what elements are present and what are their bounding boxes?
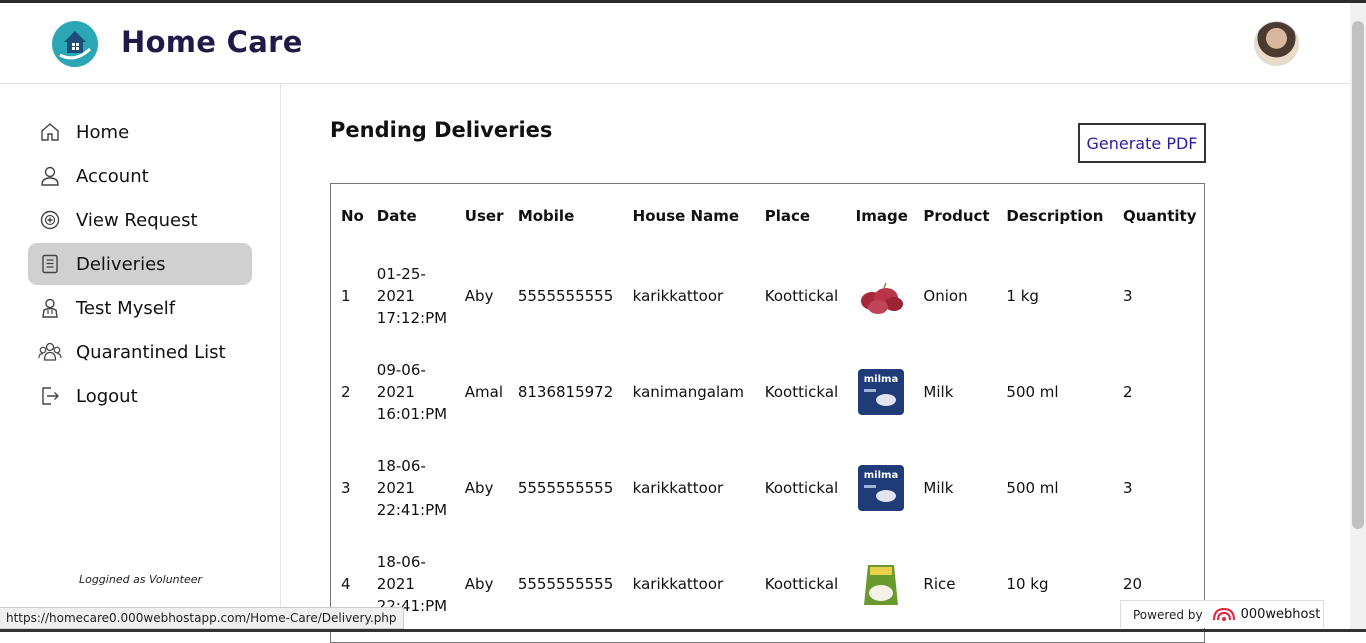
status-bar-url: https://homecare0.000webhostapp.com/Home… — [0, 607, 404, 629]
column-header-place: Place — [764, 207, 811, 225]
milk-image: milma — [857, 465, 904, 511]
cell-quantity: 2 — [1122, 383, 1133, 401]
powered-by-label: Powered by — [1133, 607, 1203, 622]
generate-pdf-button[interactable]: Generate PDF — [1078, 123, 1206, 163]
cell-description: 10 kg — [1006, 575, 1049, 593]
table-row: 4 18-06-2021 22:41:PM Aby 5555555555 kar… — [331, 536, 1204, 632]
cell-no: 2 — [341, 383, 351, 401]
sidebar-item-deliveries[interactable]: Deliveries — [28, 243, 252, 285]
sidebar-item-label: Home — [76, 121, 130, 143]
cell-date: 18-06-2021 22:41:PM — [376, 457, 448, 519]
cell-date: 09-06-2021 16:01:PM — [376, 361, 448, 423]
column-header-house-name: House Name — [632, 207, 739, 225]
cell-image: milma — [846, 344, 914, 440]
sidebar-item-label: Quarantined List — [76, 341, 226, 363]
sidebar-item-label: Test Myself — [76, 297, 176, 319]
sidebar-item-label: View Request — [76, 209, 198, 231]
logged-as-label: Loggined as Volunteer — [78, 573, 203, 586]
sidebar: Home Account View Request Deliveries Tes… — [0, 84, 281, 632]
sidebar-item-test-myself[interactable]: Test Myself — [28, 287, 252, 329]
cell-product: Milk — [923, 383, 954, 401]
cell-product: Milk — [923, 479, 954, 497]
group-icon — [37, 339, 63, 365]
sidebar-item-quarantined-list[interactable]: Quarantined List — [28, 331, 252, 373]
cell-no: 3 — [341, 479, 351, 497]
cell-description: 500 ml — [1006, 383, 1059, 401]
cell-house-name: karikkattoor — [632, 479, 724, 497]
cell-image — [846, 536, 914, 632]
column-header-quantity: Quantity — [1122, 207, 1197, 225]
home-care-logo-icon[interactable] — [50, 19, 100, 69]
cell-mobile: 5555555555 — [517, 287, 614, 305]
milk-pack-text: milma — [863, 470, 897, 481]
document-icon — [37, 251, 63, 277]
app-header: Home Care — [0, 3, 1350, 84]
cell-place: Koottickal — [764, 383, 839, 401]
cell-mobile: 5555555555 — [517, 479, 614, 497]
deliveries-table-container: No Date User Mobile House Name Place Ima… — [330, 183, 1205, 643]
sidebar-item-account[interactable]: Account — [28, 155, 252, 197]
sidebar-item-view-request[interactable]: View Request — [28, 199, 252, 241]
column-header-user: User — [464, 207, 504, 225]
cell-description: 1 kg — [1006, 287, 1039, 305]
onion-image — [860, 282, 903, 314]
rice-image — [863, 565, 898, 605]
sidebar-item-label: Logout — [76, 385, 138, 407]
main-content: Pending Deliveries Generate PDF No Date … — [282, 84, 1350, 643]
cell-user: Aby — [464, 479, 494, 497]
table-header-row: No Date User Mobile House Name Place Ima… — [331, 184, 1204, 248]
table-row: 3 18-06-2021 22:41:PM Aby 5555555555 kar… — [331, 440, 1204, 536]
cell-house-name: karikkattoor — [632, 575, 724, 593]
cell-place: Koottickal — [764, 287, 839, 305]
webhost-brand-label: 000webhost — [1240, 607, 1321, 622]
cell-no: 1 — [341, 287, 351, 305]
cell-quantity: 3 — [1122, 479, 1133, 497]
cell-mobile: 5555555555 — [517, 575, 614, 593]
sidebar-item-home[interactable]: Home — [28, 111, 252, 153]
column-header-product: Product — [923, 207, 990, 225]
cell-place: Koottickal — [764, 479, 839, 497]
table-row: 2 09-06-2021 16:01:PM Amal 8136815972 ka… — [331, 344, 1204, 440]
column-header-no: No — [341, 207, 364, 225]
column-header-description: Description — [1006, 207, 1104, 225]
cell-image: milma — [846, 440, 914, 536]
home-icon — [37, 119, 63, 145]
sidebar-item-logout[interactable]: Logout — [28, 375, 252, 417]
brand-title: Home Care — [121, 25, 303, 59]
column-header-mobile: Mobile — [517, 207, 575, 225]
cell-description: 500 ml — [1006, 479, 1059, 497]
cell-place: Koottickal — [764, 575, 839, 593]
milk-pack-text: milma — [863, 374, 897, 385]
page-title: Pending Deliveries — [330, 118, 553, 142]
cell-mobile: 8136815972 — [517, 383, 614, 401]
column-header-date: Date — [376, 207, 417, 225]
logout-icon — [37, 383, 63, 409]
cell-house-name: kanimangalam — [632, 383, 744, 401]
cell-product: Onion — [923, 287, 968, 305]
user-avatar[interactable] — [1254, 21, 1299, 66]
user-icon — [37, 163, 63, 189]
column-header-image: Image — [855, 207, 908, 225]
deliveries-table: No Date User Mobile House Name Place Ima… — [331, 184, 1204, 632]
webhost-logo-icon — [1212, 607, 1235, 621]
medical-request-icon — [37, 207, 63, 233]
cell-house-name: karikkattoor — [632, 287, 724, 305]
table-row: 1 01-25-2021 17:12:PM Aby 5555555555 kar… — [331, 248, 1204, 344]
cell-user: Aby — [464, 287, 494, 305]
doctor-icon — [37, 295, 63, 321]
cell-user: Aby — [464, 575, 494, 593]
cell-quantity: 3 — [1122, 287, 1133, 305]
sidebar-item-label: Account — [76, 165, 149, 187]
page-scrollbar[interactable] — [1350, 3, 1366, 632]
cell-image — [846, 248, 914, 344]
cell-date: 01-25-2021 17:12:PM — [376, 265, 448, 327]
scrollbar-thumb[interactable] — [1352, 21, 1364, 529]
cell-product: Rice — [923, 575, 956, 593]
cell-user: Amal — [464, 383, 504, 401]
sidebar-item-label: Deliveries — [76, 253, 166, 275]
powered-by-badge[interactable]: Powered by 000webhost — [1120, 600, 1324, 628]
milk-image: milma — [857, 369, 904, 415]
